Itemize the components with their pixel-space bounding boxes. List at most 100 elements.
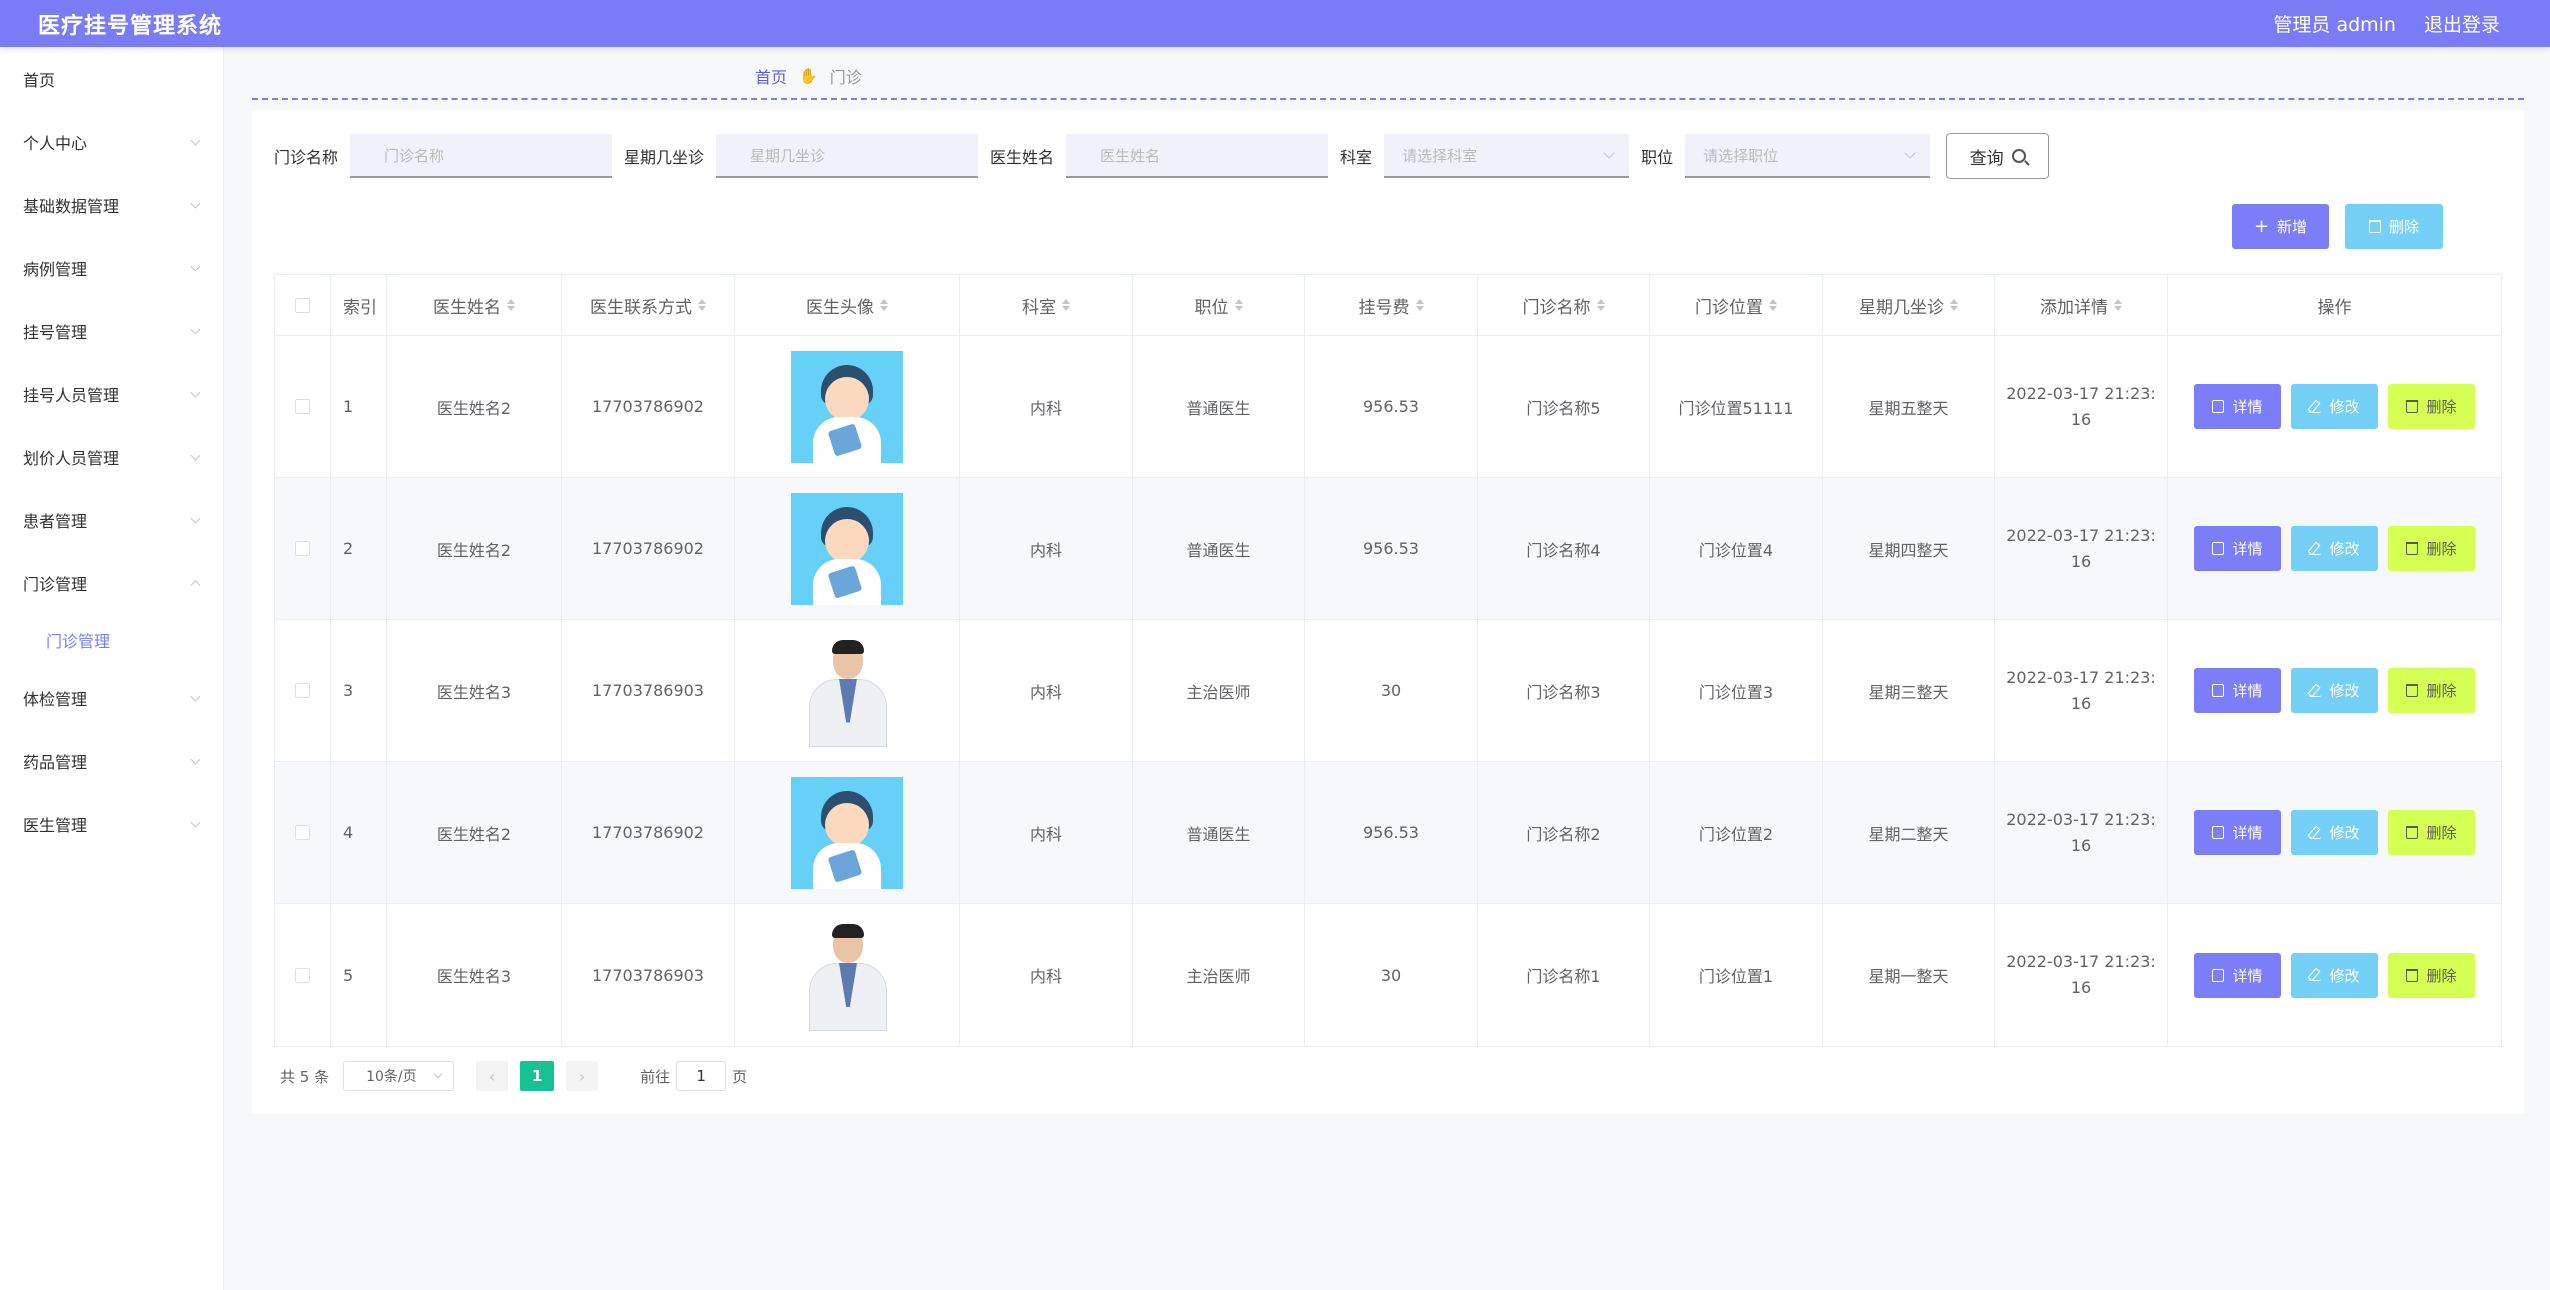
page-number[interactable]: 1	[520, 1061, 555, 1091]
edit-icon	[2309, 401, 2322, 413]
sidebar-item-personal-center[interactable]: 个人中心	[0, 110, 223, 173]
sidebar-item-checkup[interactable]: 体检管理	[0, 666, 223, 729]
sidebar-item-registration[interactable]: 挂号管理	[0, 299, 223, 362]
col-added[interactable]: 添加详情	[1995, 275, 2168, 335]
row-department: 内科	[960, 762, 1133, 903]
table-row: 1 医生姓名2 17703786902 内科 普通医生 956.53 门诊名称5…	[275, 336, 2501, 478]
trash-icon	[2406, 968, 2419, 982]
col-index: 索引	[331, 275, 387, 335]
user-label[interactable]: 管理员 admin	[2273, 10, 2396, 37]
row-checkbox[interactable]	[295, 541, 310, 556]
row-doctor-phone: 17703786903	[562, 904, 735, 1046]
detail-button[interactable]: 详情	[2194, 526, 2281, 571]
col-clinic-name[interactable]: 门诊名称	[1478, 275, 1650, 335]
goto-label: 前往	[640, 1067, 671, 1086]
edit-button[interactable]: 修改	[2291, 384, 2378, 429]
breadcrumb: 首页 ✋ 门诊	[755, 64, 862, 88]
edit-button[interactable]: 修改	[2291, 526, 2378, 571]
chevron-up-icon	[190, 579, 201, 590]
col-fee[interactable]: 挂号费	[1305, 275, 1478, 335]
edit-icon	[2309, 827, 2322, 839]
row-fee: 30	[1305, 620, 1478, 761]
delete-button[interactable]: 删除	[2388, 810, 2475, 855]
row-doctor-name: 医生姓名2	[387, 478, 562, 619]
position-select[interactable]: 请选择职位	[1685, 134, 1931, 178]
doctor-name-input[interactable]: 医生姓名	[1066, 134, 1329, 178]
chevron-down-icon	[190, 450, 201, 461]
doctor-avatar-image[interactable]	[791, 634, 903, 747]
delete-button[interactable]: 删除	[2388, 526, 2475, 571]
sidebar-item-home[interactable]: 首页	[0, 47, 223, 110]
col-department[interactable]: 科室	[960, 275, 1133, 335]
col-clinic-location[interactable]: 门诊位置	[1650, 275, 1823, 335]
row-fee: 956.53	[1305, 762, 1478, 903]
edit-button[interactable]: 修改	[2291, 952, 2378, 998]
doctor-avatar-image[interactable]	[791, 350, 903, 463]
row-index: 4	[331, 762, 387, 903]
detail-button[interactable]: 详情	[2194, 668, 2281, 713]
sidebar-item-base-data[interactable]: 基础数据管理	[0, 173, 223, 236]
row-checkbox[interactable]	[295, 825, 310, 840]
logout-button[interactable]: 退出登录	[2424, 10, 2500, 37]
clinic-name-input[interactable]: 门诊名称	[350, 134, 613, 178]
sort-icon	[880, 299, 888, 311]
document-icon	[2212, 400, 2225, 413]
user-area: 管理员 admin 退出登录	[2273, 10, 2500, 37]
sidebar-item-registrar-staff[interactable]: 挂号人员管理	[0, 362, 223, 425]
table-row: 4 医生姓名2 17703786902 内科 普通医生 956.53 门诊名称2…	[275, 762, 2501, 904]
delete-button[interactable]: 删除	[2388, 384, 2475, 429]
detail-button[interactable]: 详情	[2194, 810, 2281, 855]
goto-page-input[interactable]: 1	[676, 1061, 727, 1091]
chevron-down-icon	[190, 135, 201, 146]
row-weekday: 星期三整天	[1823, 620, 1995, 761]
row-clinic-location: 门诊位置1	[1650, 904, 1823, 1046]
sidebar-item-pricing-staff[interactable]: 划价人员管理	[0, 425, 223, 488]
breadcrumb-home[interactable]: 首页	[755, 64, 787, 88]
page-size-select[interactable]: 10条/页	[343, 1061, 455, 1091]
delete-button[interactable]: 删除	[2388, 668, 2475, 713]
add-button[interactable]: + 新增	[2232, 204, 2329, 249]
col-weekday[interactable]: 星期几坐诊	[1823, 275, 1995, 335]
row-checkbox[interactable]	[295, 399, 310, 414]
sidebar-item-patients[interactable]: 患者管理	[0, 488, 223, 551]
col-doctor-phone[interactable]: 医生联系方式	[562, 275, 735, 335]
prev-page-button[interactable]: ‹	[476, 1061, 509, 1091]
query-button[interactable]: 查询	[1946, 133, 2050, 179]
table-header: 索引 医生姓名 医生联系方式 医生头像 科室 职位 挂号费 门诊名称 门诊位置 …	[275, 275, 2501, 336]
row-checkbox[interactable]	[295, 683, 310, 698]
next-page-button[interactable]: ›	[566, 1061, 599, 1091]
document-icon	[2212, 542, 2225, 555]
row-department: 内科	[960, 620, 1133, 761]
goto-suffix: 页	[732, 1067, 748, 1086]
sidebar-item-cases[interactable]: 病例管理	[0, 236, 223, 299]
detail-button[interactable]: 详情	[2194, 384, 2281, 429]
edit-button[interactable]: 修改	[2291, 810, 2378, 855]
row-doctor-name: 医生姓名3	[387, 620, 562, 761]
row-position: 普通医生	[1133, 762, 1305, 903]
clinic-table: 索引 医生姓名 医生联系方式 医生头像 科室 职位 挂号费 门诊名称 门诊位置 …	[274, 274, 2502, 1047]
detail-button[interactable]: 详情	[2194, 952, 2281, 998]
chevron-down-icon	[190, 198, 201, 209]
sidebar-item-clinics[interactable]: 门诊管理	[0, 551, 223, 614]
doctor-avatar-image[interactable]	[791, 492, 903, 605]
edit-button[interactable]: 修改	[2291, 668, 2378, 713]
row-added: 2022-03-17 21:23:16	[2006, 383, 2156, 429]
col-position[interactable]: 职位	[1133, 275, 1305, 335]
delete-button[interactable]: 删除	[2388, 952, 2475, 998]
bulk-delete-button[interactable]: 删除	[2345, 204, 2443, 249]
weekday-label: 星期几坐诊	[624, 148, 705, 167]
sidebar-subitem-clinic-management[interactable]: 门诊管理	[0, 614, 223, 666]
sort-icon	[507, 299, 515, 311]
col-doctor-name[interactable]: 医生姓名	[387, 275, 562, 335]
clinic-name-label: 门诊名称	[274, 148, 339, 167]
sidebar-item-doctors[interactable]: 医生管理	[0, 792, 223, 855]
row-checkbox[interactable]	[295, 967, 310, 983]
department-select[interactable]: 请选择科室	[1384, 134, 1630, 178]
weekday-input[interactable]: 星期几坐诊	[716, 134, 979, 178]
doctor-avatar-image[interactable]	[791, 919, 903, 1031]
doctor-avatar-image[interactable]	[791, 776, 903, 889]
select-all-checkbox[interactable]	[295, 297, 310, 313]
sidebar-item-medicine[interactable]: 药品管理	[0, 729, 223, 792]
col-doctor-avatar[interactable]: 医生头像	[735, 275, 960, 335]
row-department: 内科	[960, 336, 1133, 477]
